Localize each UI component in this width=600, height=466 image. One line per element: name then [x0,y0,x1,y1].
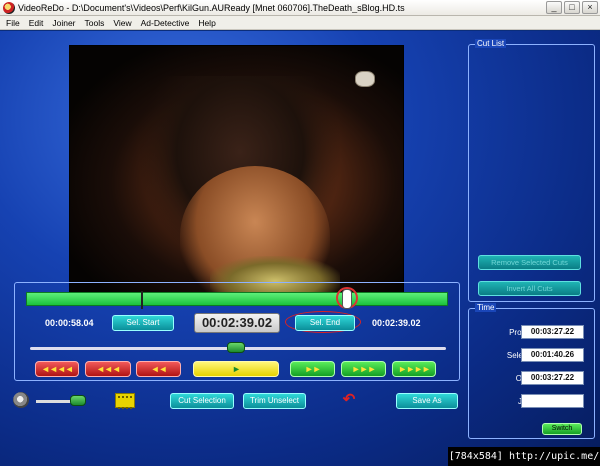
film-strip-icon[interactable] [115,393,135,409]
menu-ad-detective[interactable]: Ad-Detective [141,18,190,28]
selection-time-field: 00:01:40.26 [521,348,584,362]
menu-edit[interactable]: Edit [29,18,44,28]
close-button[interactable]: × [582,1,598,14]
video-preview[interactable] [69,45,404,296]
bottom-toolbar: Cut Selection Trim Unselect ↶ Save As [0,390,470,414]
maximize-button[interactable]: □ [564,1,580,14]
selection-start-time: 00:00:58.04 [45,318,94,328]
forward-3x-button[interactable]: ►►► [341,361,386,377]
sel-end-button[interactable]: Sel. End [295,315,355,331]
switch-button[interactable]: Switch [542,423,582,435]
window-title: VideoReDo - D:\Document's\Videos\Perf\Ki… [18,2,405,13]
undo-arrow-icon[interactable]: ↶ [338,391,360,408]
cut-list-panel[interactable]: Cut List Remove Selected Cuts Invert All… [468,39,595,302]
save-as-button[interactable]: Save As [396,393,458,409]
rewind-3x-button[interactable]: ◄◄◄ [85,361,131,377]
program-time-field: 00:03:27.22 [521,325,584,339]
time-panel-title: Time [475,303,497,312]
minimize-button[interactable]: _ [546,1,562,14]
selection-end-time: 00:02:39.02 [372,318,421,328]
output-time-field: 00:03:27.22 [521,371,584,385]
cut-list-title: Cut List [475,39,507,48]
play-button[interactable]: ► [193,361,279,377]
menu-file[interactable]: File [6,18,20,28]
control-panel: 00:00:58.04 Sel. Start 00:02:39.02 Sel. … [14,282,460,381]
rewind-2x-button[interactable]: ◄◄ [136,361,181,377]
joiner-time-field [521,394,584,408]
timeline-bar[interactable] [26,287,448,309]
rewind-4x-button[interactable]: ◄◄◄◄ [35,361,79,377]
time-panel: Time Program: 00:03:27.22 Selection: 00:… [468,303,595,439]
sel-start-button[interactable]: Sel. Start [112,315,174,331]
videoredo-app-icon [3,1,15,14]
forward-2x-button[interactable]: ►► [290,361,335,377]
volume-slider-thumb[interactable] [70,395,86,406]
menu-tools[interactable]: Tools [85,18,105,28]
speaker-icon[interactable] [13,392,29,408]
forward-4x-button[interactable]: ►►►► [392,361,436,377]
trim-unselect-button[interactable]: Trim Unselect [243,393,306,409]
current-time-display: 00:02:39.02 [194,313,280,333]
menu-joiner[interactable]: Joiner [52,18,75,28]
image-size-watermark: [784x584] http://upic.me/ [448,447,600,466]
menu-bar: File Edit Joiner Tools View Ad-Detective… [0,16,600,30]
invert-all-cuts-button[interactable]: Invert All Cuts [478,281,581,296]
menu-view[interactable]: View [113,18,131,28]
position-slider-thumb[interactable] [227,342,245,353]
menu-help[interactable]: Help [198,18,215,28]
channel-logo-icon [355,71,375,87]
title-bar: VideoReDo - D:\Document's\Videos\Perf\Ki… [0,0,600,16]
selection-start-marker[interactable] [141,291,143,309]
cut-selection-button[interactable]: Cut Selection [170,393,234,409]
remove-selected-cuts-button[interactable]: Remove Selected Cuts [478,255,581,270]
timeline-scrubber[interactable] [342,289,352,309]
